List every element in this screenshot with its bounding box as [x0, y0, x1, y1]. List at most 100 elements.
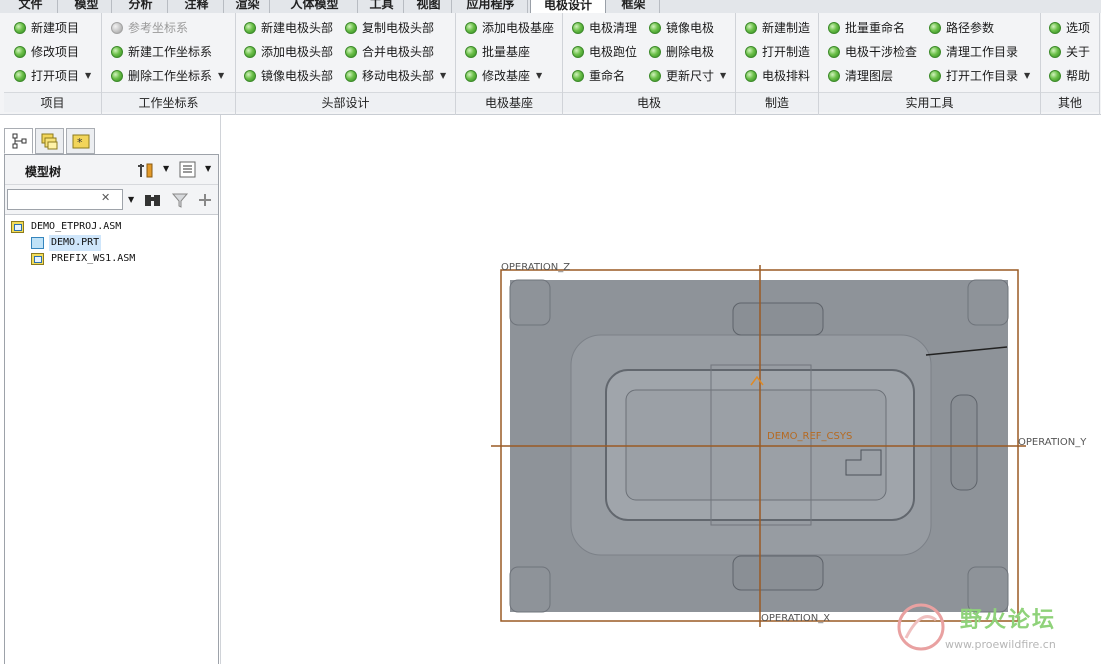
search-dropdown-icon[interactable]: ▼: [128, 195, 134, 204]
command-icon: [1049, 70, 1061, 82]
command-icon: [14, 46, 26, 58]
tree-node-label: DEMO.PRT: [49, 235, 102, 251]
favorites-icon: *: [72, 134, 90, 149]
ribbon-button-label: 清理图层: [845, 69, 894, 83]
model-view[interactable]: OPERATION_Z OPERATION_Y OPERATION_X DEMO…: [221, 115, 1101, 664]
ribbon-button-label: 电极排料: [762, 69, 811, 83]
ribbon-button-label: 删除电极: [666, 45, 715, 59]
menu-tab-10[interactable]: 框架: [608, 0, 660, 13]
ribbon-group-label: 电极基座: [456, 92, 562, 112]
assembly-icon: [11, 221, 24, 233]
cavity-floor: [625, 389, 887, 501]
menu-tab-1[interactable]: 模型: [62, 0, 112, 13]
ribbon-button-label: 新建项目: [31, 21, 80, 35]
command-icon: [745, 46, 757, 58]
ribbon-button-label: 打开制造: [762, 45, 811, 59]
binoculars-icon[interactable]: [143, 191, 163, 209]
command-icon: [572, 46, 584, 58]
command-icon: [649, 70, 661, 82]
menu-tab-9[interactable]: 电极设计: [530, 0, 606, 13]
ribbon-button-label: 合并电极头部: [362, 45, 435, 59]
bottom-slot: [732, 555, 824, 591]
add-filter-icon[interactable]: [197, 191, 213, 209]
command-icon: [345, 46, 357, 58]
ribbon-button-label: 复制电极头部: [362, 21, 435, 35]
command-icon: [745, 70, 757, 82]
dropdown-arrow-icon[interactable]: ▼: [218, 66, 224, 86]
command-icon: [828, 46, 840, 58]
model-tree-panel: 模型树 ▼ ▼ ✕ ▼ DEMO_ETPROJ.ASM DEMO.PRT PRE…: [4, 154, 219, 664]
command-icon: [929, 70, 941, 82]
menu-tab-8[interactable]: 应用程序: [454, 0, 528, 13]
tab-favorites[interactable]: *: [66, 128, 95, 154]
menu-bar: 文件 模型 分析 注释 渲染 人体模型 工具 视图 应用程序 电极设计 框架: [0, 0, 1101, 13]
menu-tab-2[interactable]: 分析: [114, 0, 168, 13]
tab-model-tree[interactable]: [4, 128, 33, 154]
ribbon-group-6: 批量重命名 电极干涉检查 清理图层 路径参数 清理工作目录 打开工作目录 ▼ 实用工具: [819, 13, 1041, 115]
graphics-viewport[interactable]: OPERATION_Z OPERATION_Y OPERATION_X DEMO…: [220, 115, 1101, 664]
ribbon-button-label: 重命名: [589, 69, 626, 83]
ribbon-group-label: 制造: [736, 92, 818, 112]
ribbon-group-5: 新建制造 打开制造 电极排料 制造: [736, 13, 819, 115]
dropdown-arrow-icon[interactable]: ▼: [1024, 66, 1030, 86]
tab-folder-browser[interactable]: [35, 128, 64, 154]
command-icon: [929, 46, 941, 58]
ribbon-group-0: 新建项目 修改项目 打开项目 ▼ 项目: [4, 13, 102, 115]
command-icon: [649, 22, 661, 34]
ribbon-button-label: 电极清理: [589, 21, 638, 35]
dropdown-arrow-icon[interactable]: ▼: [720, 66, 726, 86]
command-icon: [244, 22, 256, 34]
command-icon: [244, 46, 256, 58]
dropdown-arrow-icon[interactable]: ▼: [440, 66, 446, 86]
command-icon: [828, 22, 840, 34]
command-icon: [745, 22, 757, 34]
ribbon-button-label: 路径参数: [946, 21, 995, 35]
ribbon-button-label: 打开工作目录: [946, 69, 1019, 83]
ribbon-button-label: 批量基座: [482, 45, 531, 59]
menu-tab-3[interactable]: 注释: [170, 0, 224, 13]
part-icon: [31, 237, 44, 249]
menu-tab-0[interactable]: 文件: [4, 0, 58, 13]
ribbon-group-4: 电极清理 电极跑位 重命名 镜像电极 删除电极 更新尺寸 ▼ 电极: [563, 13, 736, 115]
model-tree-header: 模型树 ▼ ▼: [5, 155, 218, 185]
command-icon: [465, 70, 477, 82]
ribbon-button-label: 参考坐标系: [128, 21, 189, 35]
ribbon-button-label: 镜像电极头部: [261, 69, 334, 83]
menu-tab-6[interactable]: 工具: [360, 0, 404, 13]
tree-node-label: PREFIX_WS1.ASM: [51, 253, 136, 264]
ribbon-button-label: 修改基座: [482, 69, 531, 83]
command-icon: [572, 22, 584, 34]
tree-node-label: DEMO_ETPROJ.ASM: [31, 221, 122, 232]
show-dropdown-icon[interactable]: ▼: [205, 164, 211, 173]
show-list-icon[interactable]: [179, 161, 197, 179]
csys-label: DEMO_REF_CSYS: [767, 431, 852, 442]
menu-tab-5[interactable]: 人体模型: [272, 0, 358, 13]
ribbon-button-label: 镜像电极: [666, 21, 715, 35]
tree-search-row: ✕ ▼: [5, 185, 218, 215]
ribbon-button-label: 选项: [1066, 21, 1091, 35]
dropdown-arrow-icon[interactable]: ▼: [536, 66, 542, 86]
ribbon: 新建项目 修改项目 打开项目 ▼ 项目 参考坐标系 新建工作坐标系 删除工作坐标系 ▼ 工作坐标系…: [0, 13, 1101, 115]
ribbon-button-label: 关于: [1066, 45, 1091, 59]
filter-icon[interactable]: [171, 191, 189, 209]
clear-search-icon[interactable]: ✕: [101, 191, 110, 204]
ribbon-group-1: 参考坐标系新建工作坐标系 删除工作坐标系 ▼ 工作坐标系: [102, 13, 236, 115]
ribbon-group-label: 工作坐标系: [102, 92, 235, 112]
menu-tab-4[interactable]: 渲染: [226, 0, 270, 13]
ribbon-button-label: 移动电极头部: [362, 69, 435, 83]
ribbon-button-label: 清理工作目录: [946, 45, 1019, 59]
command-icon: [572, 70, 584, 82]
ribbon-group-label: 头部设计: [236, 92, 455, 112]
dropdown-arrow-icon[interactable]: ▼: [85, 66, 91, 86]
operation-x-label: OPERATION_X: [761, 613, 830, 624]
settings-dropdown-icon[interactable]: ▼: [163, 164, 169, 173]
ribbon-button-label: 新建工作坐标系: [128, 45, 213, 59]
navigator-tabs: *: [4, 128, 95, 154]
svg-text:*: *: [77, 136, 83, 149]
menu-tab-7[interactable]: 视图: [406, 0, 452, 13]
model-tree-title: 模型树: [25, 165, 62, 179]
ribbon-button-label: 电极跑位: [589, 45, 638, 59]
settings-tools-icon[interactable]: [137, 161, 157, 179]
ribbon-button-label: 修改项目: [31, 45, 80, 59]
ribbon-button-label: 删除工作坐标系: [128, 69, 213, 83]
